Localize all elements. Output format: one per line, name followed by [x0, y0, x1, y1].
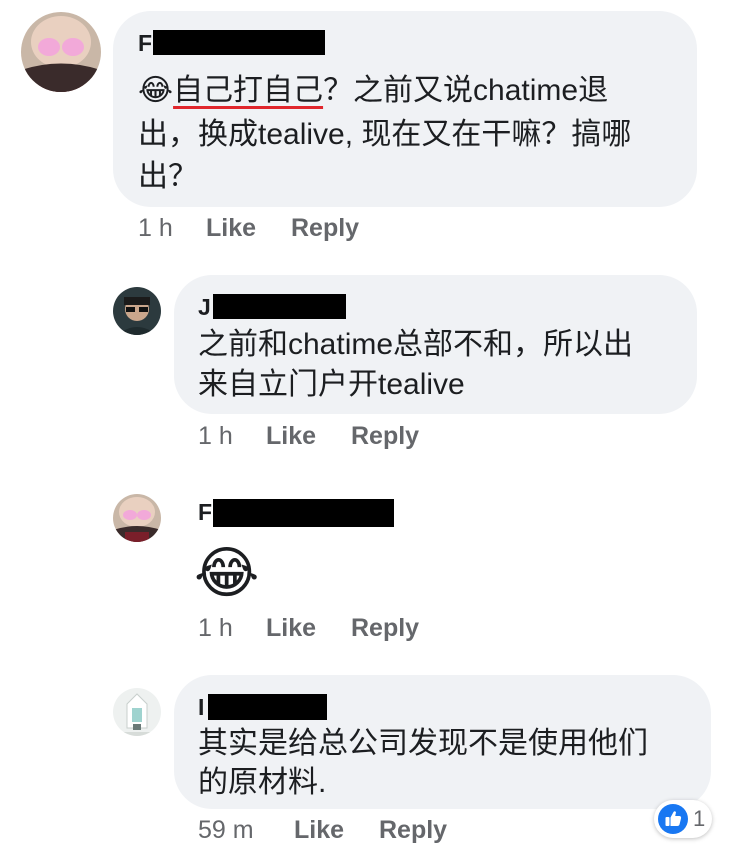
comment-actions: 1 h Like Reply [0, 614, 747, 644]
author-name[interactable]: F [138, 30, 152, 56]
redacted-name [208, 694, 327, 720]
comment-line: 其实是给总公司发现不是使用他们 [198, 727, 648, 760]
reply-button[interactable]: Reply [351, 422, 419, 450]
like-button[interactable]: Like [266, 614, 316, 642]
avatar[interactable] [21, 12, 101, 92]
comment-actions: 1 h Like Reply [0, 214, 747, 244]
timestamp[interactable]: 1 h [198, 422, 233, 450]
author-name[interactable]: J [198, 294, 211, 320]
underlined-phrase: 自己打自己 [173, 74, 324, 107]
comment-actions: 1 h Like Reply [0, 422, 747, 452]
laughing-emoji-icon: 😂 [194, 541, 260, 604]
author-name[interactable]: F [198, 499, 212, 525]
like-button[interactable]: Like [266, 422, 316, 450]
reply-button[interactable]: Reply [351, 614, 419, 642]
comment-line: 来自立门户开tealive [198, 368, 465, 401]
reply-button[interactable]: Reply [379, 816, 447, 844]
like-button[interactable]: Like [294, 816, 344, 844]
comment-line: 出？ [138, 160, 198, 193]
avatar[interactable] [113, 494, 161, 542]
comment-line: 的原材料. [198, 766, 327, 799]
timestamp[interactable]: 1 h [198, 614, 233, 642]
avatar[interactable] [113, 688, 161, 736]
redacted-name [153, 30, 325, 55]
comment-line: ？之前又说chatime退 [323, 74, 609, 107]
like-button[interactable]: Like [206, 214, 256, 242]
author-name[interactable]: I [198, 694, 204, 720]
laughing-emoji-icon: 😂 [138, 74, 174, 107]
redacted-name [213, 294, 346, 319]
redacted-name [213, 499, 394, 527]
avatar[interactable] [113, 287, 161, 335]
comment-line: 出，换成tealive, 现在又在干嘛？搞哪 [138, 118, 632, 151]
reply-button[interactable]: Reply [291, 214, 359, 242]
comment-line: 之前和chatime总部不和，所以出 [198, 328, 634, 361]
timestamp[interactable]: 59 m [198, 816, 254, 844]
comment-actions: 59 m Like Reply [0, 816, 747, 846]
comment-text: 😂自己打自己？之前又说chatime退 [138, 70, 608, 112]
timestamp[interactable]: 1 h [138, 214, 173, 242]
